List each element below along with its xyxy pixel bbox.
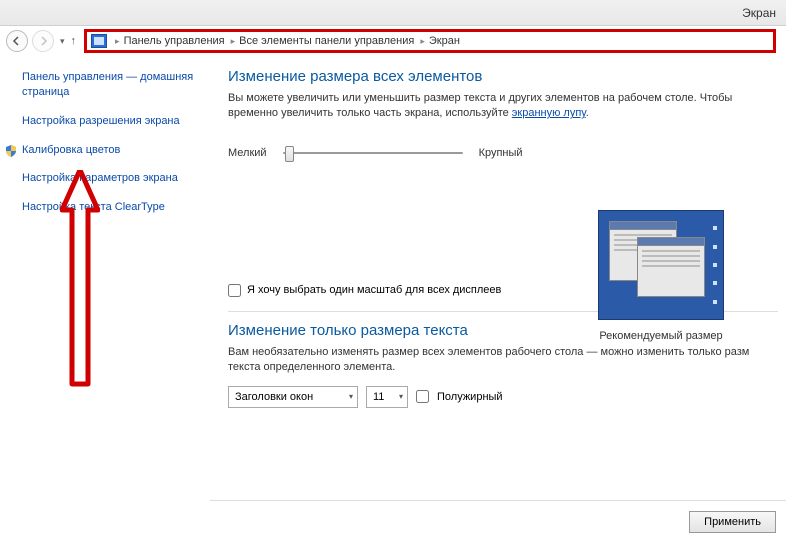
forward-button[interactable] — [32, 30, 54, 52]
preview-panel: Рекомендуемый размер — [586, 210, 736, 342]
sidebar-cleartype[interactable]: Настройка текста ClearType — [22, 200, 202, 215]
element-select[interactable]: Заголовки окон ▾ — [228, 386, 358, 408]
control-panel-icon — [91, 34, 107, 48]
sidebar-calibration[interactable]: Калибровка цветов — [22, 143, 202, 158]
sidebar: Панель управления — домашняя страница На… — [0, 56, 210, 539]
slider-min-label: Мелкий — [228, 147, 267, 159]
slider-max-label: Крупный — [479, 147, 523, 159]
heading-resize-all: Изменение размера всех элементов — [228, 68, 778, 85]
element-select-value: Заголовки окон — [235, 391, 313, 403]
titlebar: Экран — [0, 0, 786, 26]
bold-checkbox[interactable] — [416, 390, 429, 403]
sidebar-resolution[interactable]: Настройка разрешения экрана — [22, 114, 202, 129]
size-select-value: 11 — [373, 391, 384, 403]
shield-icon — [4, 144, 18, 158]
back-button[interactable] — [6, 30, 28, 52]
desc-text-only: Вам необязательно изменять размер всех э… — [228, 345, 778, 376]
breadcrumb: ▸ Панель управления ▸ Все элементы панел… — [84, 29, 776, 53]
chevron-down-icon: ▾ — [399, 392, 403, 401]
up-button[interactable]: ↑ — [71, 35, 77, 47]
history-dropdown-icon[interactable]: ▾ — [60, 36, 65, 47]
window-title: Экран — [742, 6, 776, 20]
chevron-right-icon: ▸ — [231, 36, 236, 47]
crumb-all-items[interactable]: Все элементы панели управления — [239, 35, 414, 47]
nav-row: ▾ ↑ ▸ Панель управления ▸ Все элементы п… — [0, 26, 786, 56]
sidebar-home[interactable]: Панель управления — домашняя страница — [22, 70, 202, 100]
chevron-right-icon: ▸ — [420, 36, 425, 47]
desc-resize-all: Вы можете увеличить или уменьшить размер… — [228, 91, 778, 122]
arrow-right-icon — [38, 36, 48, 46]
slider-track — [283, 152, 463, 154]
divider — [210, 500, 786, 501]
size-slider-row: Мелкий Крупный — [228, 144, 778, 162]
preview-caption: Рекомендуемый размер — [586, 330, 736, 342]
magnifier-link[interactable]: экранную лупу — [512, 107, 586, 119]
crumb-control-panel[interactable]: Панель управления — [124, 35, 225, 47]
main-content: Изменение размера всех элементов Вы може… — [210, 56, 786, 539]
crumb-display[interactable]: Экран — [429, 35, 460, 47]
bold-label: Полужирный — [437, 391, 503, 403]
apply-button[interactable]: Применить — [689, 511, 776, 533]
chevron-right-icon: ▸ — [115, 36, 120, 47]
preview-window-icon — [637, 237, 705, 297]
single-scale-label: Я хочу выбрать один масштаб для всех дис… — [247, 284, 501, 296]
monitor-preview-icon — [598, 210, 724, 320]
single-scale-checkbox[interactable] — [228, 284, 241, 297]
sidebar-params[interactable]: Настройка параметров экрана — [22, 171, 202, 186]
slider-thumb[interactable] — [285, 146, 294, 162]
arrow-left-icon — [12, 36, 22, 46]
size-select[interactable]: 11 ▾ — [366, 386, 408, 408]
size-slider[interactable] — [283, 144, 463, 162]
chevron-down-icon: ▾ — [349, 392, 353, 401]
